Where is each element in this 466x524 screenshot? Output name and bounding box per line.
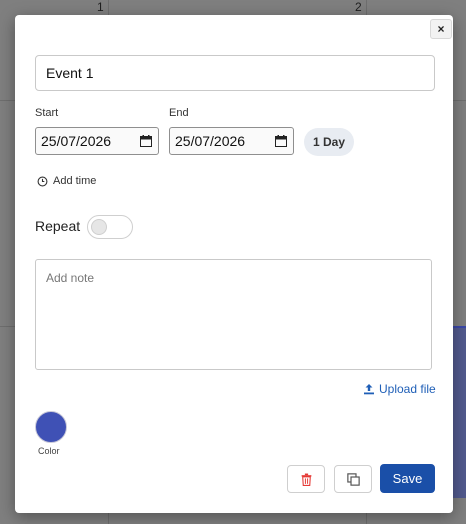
save-button[interactable]: Save xyxy=(380,464,435,493)
event-title-input[interactable]: Event 1 xyxy=(35,55,435,91)
copy-icon xyxy=(346,472,360,486)
trash-icon xyxy=(301,473,311,486)
add-time-label: Add time xyxy=(53,175,97,187)
end-date-value: 25/07/2026 xyxy=(175,133,246,149)
color-picker-swatch[interactable] xyxy=(35,411,67,443)
upload-file-button[interactable]: Upload file xyxy=(363,382,436,396)
duplicate-button[interactable] xyxy=(334,465,372,493)
toggle-knob xyxy=(91,219,107,235)
day-number: 1 xyxy=(97,0,104,14)
upload-file-label: Upload file xyxy=(379,382,436,396)
calendar-icon[interactable] xyxy=(275,135,287,147)
end-label: End xyxy=(169,107,189,119)
color-label: Color xyxy=(38,446,60,456)
close-icon: × xyxy=(437,22,445,36)
close-button[interactable]: × xyxy=(430,19,452,39)
upload-icon xyxy=(364,384,374,395)
note-textarea[interactable]: Add note xyxy=(35,259,432,370)
add-time-button[interactable]: Add time xyxy=(37,175,96,187)
calendar-icon[interactable] xyxy=(140,135,152,147)
start-label: Start xyxy=(35,107,59,119)
repeat-label: Repeat xyxy=(35,218,81,234)
delete-button[interactable] xyxy=(287,465,325,493)
day-number: 2 xyxy=(355,0,362,14)
event-dialog: × Event 1 Start End 25/07/2026 25/07/202… xyxy=(15,15,453,513)
duration-badge: 1 Day xyxy=(304,128,354,156)
end-date-input[interactable]: 25/07/2026 xyxy=(169,127,294,155)
repeat-toggle[interactable] xyxy=(87,215,133,239)
clock-icon xyxy=(37,176,48,186)
start-date-value: 25/07/2026 xyxy=(41,133,112,149)
start-date-input[interactable]: 25/07/2026 xyxy=(35,127,159,155)
